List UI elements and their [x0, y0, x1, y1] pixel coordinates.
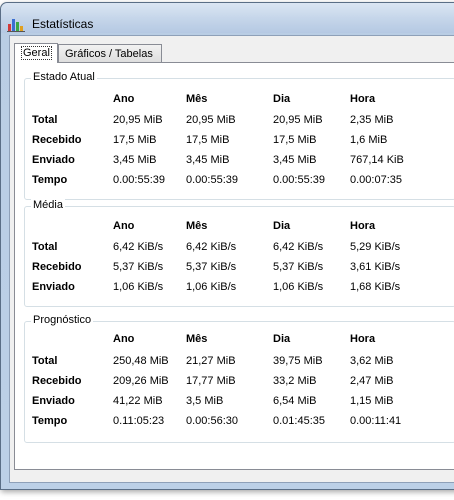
column-header: Dia	[273, 220, 291, 232]
value-cell: 2,47 MiB	[350, 375, 394, 387]
row-label: Total	[32, 355, 58, 367]
column-header: Ano	[113, 333, 135, 345]
column-header: Ano	[113, 93, 135, 105]
row-label: Recebido	[32, 134, 82, 146]
column-header: Mês	[186, 220, 208, 232]
bar-chart-icon	[7, 19, 25, 32]
tab-geral-label: Geral	[21, 46, 52, 60]
value-cell: 0.11:05:23	[113, 415, 165, 427]
value-cell: 17,5 MiB	[113, 134, 157, 146]
client-area: Geral Gráficos / Tabelas Estado Atual An…	[9, 35, 454, 483]
value-cell: 20,95 MiB	[186, 114, 236, 126]
value-cell: 0.00:11:41	[350, 415, 402, 427]
value-cell: 1,06 KiB/s	[186, 281, 237, 293]
value-cell: 0.00:55:39	[186, 174, 238, 186]
row-label: Enviado	[32, 154, 75, 166]
value-cell: 250,48 MiB	[113, 355, 169, 367]
value-cell: 5,37 KiB/s	[186, 261, 237, 273]
group-prognostico: Prognóstico Ano Mês Dia Hora Total 250,4…	[24, 314, 454, 443]
value-cell: 39,75 MiB	[273, 355, 323, 367]
tab-page-geral: Estado Atual Ano Mês Dia Hora Total 20,9…	[14, 62, 454, 470]
row-label: Enviado	[32, 395, 75, 407]
value-cell: 0.01:45:35	[273, 415, 325, 427]
row-label: Recebido	[32, 261, 82, 273]
column-header: Ano	[113, 220, 135, 232]
table-row: Recebido 5,37 KiB/s 5,37 KiB/s 5,37 KiB/…	[25, 261, 454, 275]
table-row: Total 20,95 MiB 20,95 MiB 20,95 MiB 2,35…	[25, 114, 454, 128]
group-title: Média	[31, 199, 65, 211]
window-title: Estatísticas	[32, 17, 94, 31]
value-cell: 3,45 MiB	[273, 154, 317, 166]
row-label: Recebido	[32, 375, 82, 387]
value-cell: 3,45 MiB	[113, 154, 157, 166]
table-row: Tempo 0.00:55:39 0.00:55:39 0.00:55:39 0…	[25, 174, 454, 188]
table-row: Total 250,48 MiB 21,27 MiB 39,75 MiB 3,6…	[25, 355, 454, 369]
value-cell: 209,26 MiB	[113, 375, 169, 387]
tab-graficos-label: Gráficos / Tabelas	[65, 48, 153, 60]
column-header: Dia	[273, 93, 291, 105]
value-cell: 6,54 MiB	[273, 395, 317, 407]
value-cell: 6,42 KiB/s	[273, 241, 324, 253]
table-row: Total 6,42 KiB/s 6,42 KiB/s 6,42 KiB/s 5…	[25, 241, 454, 255]
value-cell: 20,95 MiB	[113, 114, 163, 126]
column-header-row: Ano Mês Dia Hora	[25, 220, 454, 234]
row-label: Enviado	[32, 281, 75, 293]
table-row: Recebido 17,5 MiB 17,5 MiB 17,5 MiB 1,6 …	[25, 134, 454, 148]
column-header-row: Ano Mês Dia Hora	[25, 333, 454, 347]
value-cell: 0.00:55:39	[113, 174, 165, 186]
column-header-row: Ano Mês Dia Hora	[25, 93, 454, 107]
table-row: Tempo 0.11:05:23 0.00:56:30 0.01:45:35 0…	[25, 415, 454, 429]
value-cell: 1,06 KiB/s	[273, 281, 324, 293]
value-cell: 0.00:07:35	[350, 174, 402, 186]
tab-graficos-tabelas[interactable]: Gráficos / Tabelas	[58, 44, 162, 62]
value-cell: 6,42 KiB/s	[186, 241, 237, 253]
table-row: Enviado 3,45 MiB 3,45 MiB 3,45 MiB 767,1…	[25, 154, 454, 168]
value-cell: 17,77 MiB	[186, 375, 236, 387]
value-cell: 3,62 MiB	[350, 355, 394, 367]
value-cell: 1,68 KiB/s	[350, 281, 401, 293]
value-cell: 1,06 KiB/s	[113, 281, 164, 293]
column-header: Mês	[186, 93, 208, 105]
column-header: Hora	[350, 93, 376, 105]
value-cell: 17,5 MiB	[273, 134, 317, 146]
value-cell: 3,61 KiB/s	[350, 261, 401, 273]
group-title: Prognóstico	[31, 314, 94, 326]
column-header: Mês	[186, 333, 208, 345]
value-cell: 17,5 MiB	[186, 134, 230, 146]
group-title: Estado Atual	[31, 71, 97, 83]
value-cell: 1,6 MiB	[350, 134, 388, 146]
column-header: Dia	[273, 333, 291, 345]
column-header: Hora	[350, 220, 376, 232]
table-row: Enviado 41,22 MiB 3,5 MiB 6,54 MiB 1,15 …	[25, 395, 454, 409]
value-cell: 20,95 MiB	[273, 114, 323, 126]
group-media: Média Ano Mês Dia Hora Total 6,42 KiB/s …	[24, 199, 454, 307]
value-cell: 767,14 KiB	[350, 154, 404, 166]
value-cell: 6,42 KiB/s	[113, 241, 164, 253]
group-estado-atual: Estado Atual Ano Mês Dia Hora Total 20,9…	[24, 71, 454, 200]
value-cell: 0.00:56:30	[186, 415, 238, 427]
value-cell: 41,22 MiB	[113, 395, 163, 407]
column-header: Hora	[350, 333, 376, 345]
title-bar[interactable]: Estatísticas	[1, 3, 454, 33]
value-cell: 1,15 MiB	[350, 395, 394, 407]
value-cell: 21,27 MiB	[186, 355, 236, 367]
value-cell: 2,35 MiB	[350, 114, 394, 126]
value-cell: 5,37 KiB/s	[113, 261, 164, 273]
row-label: Tempo	[32, 174, 68, 186]
value-cell: 0.00:55:39	[273, 174, 325, 186]
statistics-window: Estatísticas Geral Gráficos / Tabelas Es…	[0, 2, 454, 490]
row-label: Total	[32, 241, 58, 253]
value-cell: 3,45 MiB	[186, 154, 230, 166]
value-cell: 5,29 KiB/s	[350, 241, 401, 253]
value-cell: 5,37 KiB/s	[273, 261, 324, 273]
table-row: Recebido 209,26 MiB 17,77 MiB 33,2 MiB 2…	[25, 375, 454, 389]
value-cell: 33,2 MiB	[273, 375, 317, 387]
row-label: Total	[32, 114, 58, 126]
row-label: Tempo	[32, 415, 68, 427]
value-cell: 3,5 MiB	[186, 395, 224, 407]
table-row: Enviado 1,06 KiB/s 1,06 KiB/s 1,06 KiB/s…	[25, 281, 454, 295]
tab-geral[interactable]: Geral	[14, 43, 58, 63]
